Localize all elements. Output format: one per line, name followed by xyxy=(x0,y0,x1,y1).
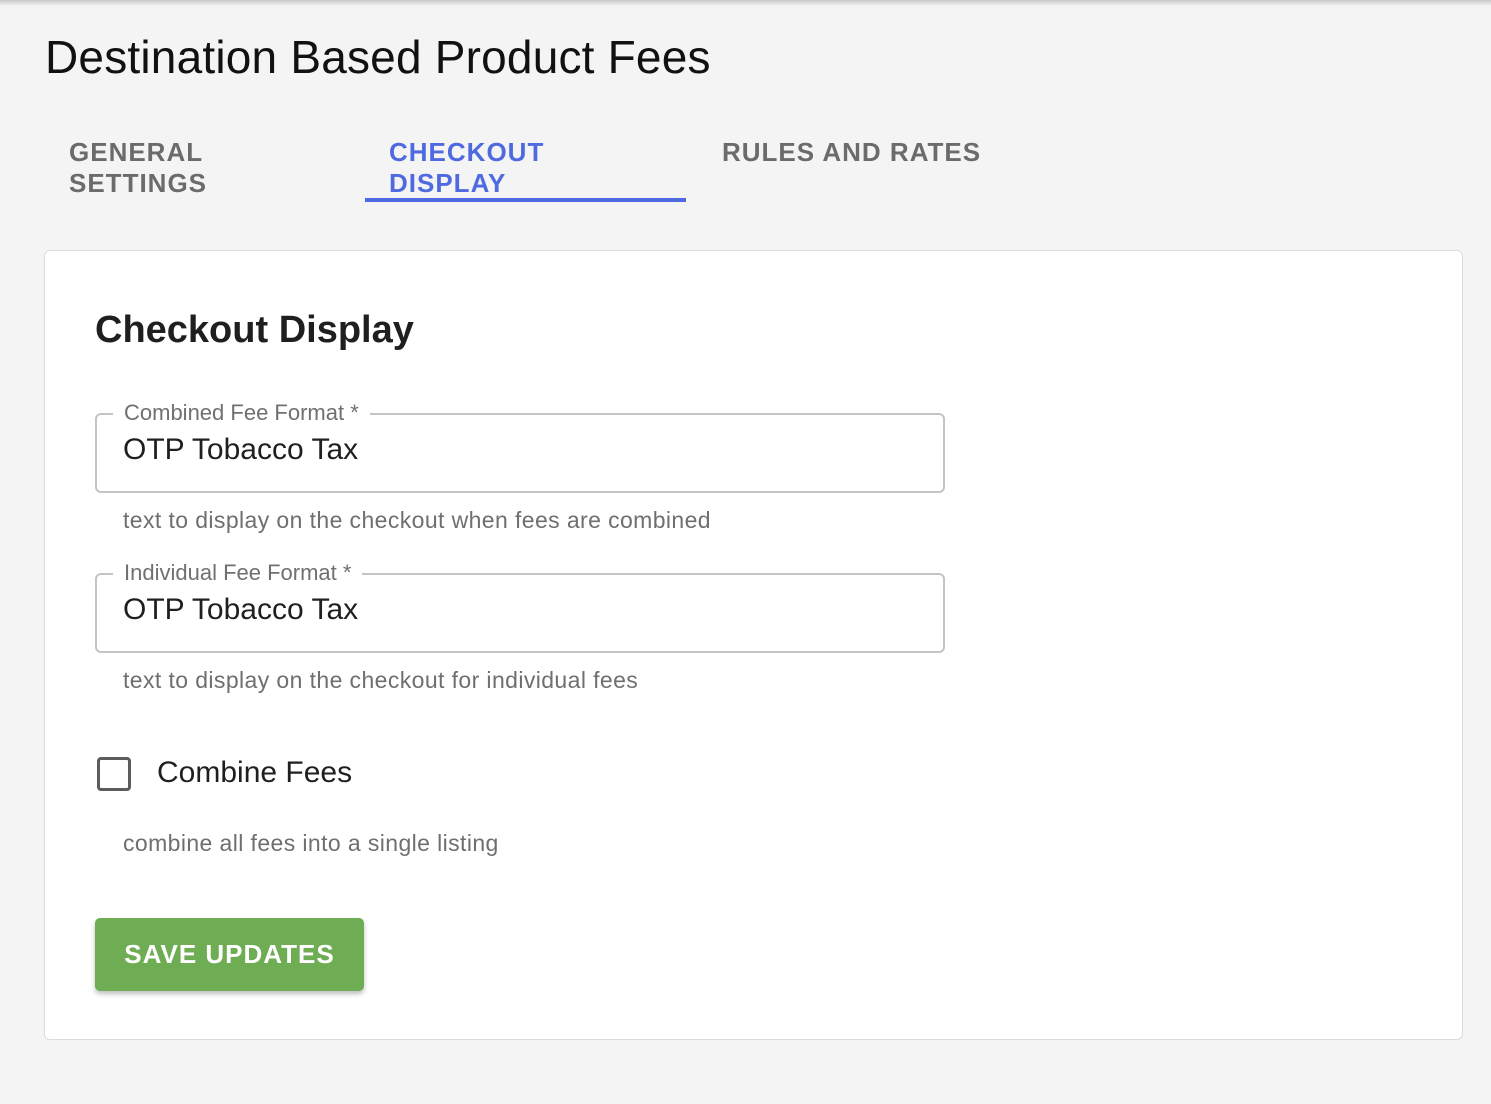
combined-fee-format-label: Combined Fee Format * xyxy=(113,400,370,426)
tab-checkout-display[interactable]: CHECKOUT DISPLAY xyxy=(365,115,686,202)
combine-fees-helper: combine all fees into a single listing xyxy=(123,830,499,856)
checkout-display-card: Checkout Display Combined Fee Format * t… xyxy=(44,250,1463,1040)
combined-fee-format-helper: text to display on the checkout when fee… xyxy=(123,507,711,533)
combine-fees-label[interactable]: Combine Fees xyxy=(157,756,352,790)
card-title: Checkout Display xyxy=(95,309,414,351)
individual-fee-format-input[interactable] xyxy=(123,593,903,627)
tab-general-settings[interactable]: GENERAL SETTINGS xyxy=(45,115,365,202)
tab-bar: GENERAL SETTINGS CHECKOUT DISPLAY RULES … xyxy=(45,115,1006,202)
individual-fee-format-helper: text to display on the checkout for indi… xyxy=(123,667,639,693)
app-bar-shadow xyxy=(0,0,1491,6)
individual-fee-format-label: Individual Fee Format * xyxy=(113,560,363,586)
combined-fee-format-field: Combined Fee Format * xyxy=(95,400,945,493)
individual-fee-format-field: Individual Fee Format * xyxy=(95,560,945,653)
combine-fees-checkbox[interactable] xyxy=(97,757,131,791)
tab-rules-and-rates[interactable]: RULES AND RATES xyxy=(686,115,1006,202)
page-title: Destination Based Product Fees xyxy=(45,31,711,83)
save-updates-button[interactable]: SAVE UPDATES xyxy=(95,918,364,991)
combined-fee-format-input[interactable] xyxy=(123,433,903,467)
